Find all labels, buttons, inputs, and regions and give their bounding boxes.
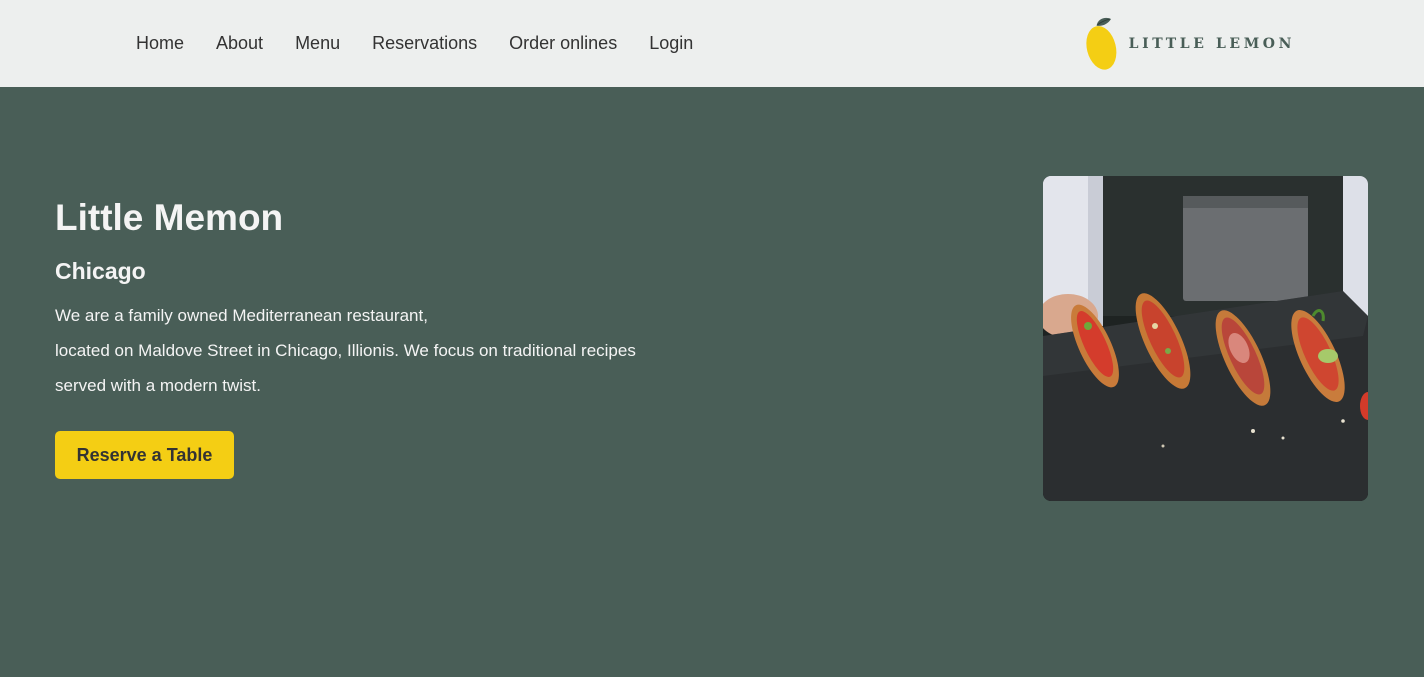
hero-description-line: located on Maldove Street in Chicago, Il… xyxy=(55,341,636,360)
hero-description-line: served with a modern twist. xyxy=(55,376,261,395)
nav-link-login[interactable]: Login xyxy=(649,0,693,87)
nav-link-home[interactable]: Home xyxy=(136,0,184,87)
hero-description: We are a family owned Mediterranean rest… xyxy=(55,298,636,403)
hero-food-image xyxy=(1043,176,1368,501)
logo[interactable]: LITTLE LEMON xyxy=(1085,15,1295,73)
hero-subtitle: Chicago xyxy=(55,258,146,284)
food-photo xyxy=(1043,176,1368,501)
lemon-logo-icon xyxy=(1086,17,1117,70)
hero-description-line: We are a family owned Mediterranean rest… xyxy=(55,306,428,325)
site-header: Home About Menu Reservations Order onlin… xyxy=(0,0,1424,87)
hero-section: Little Memon Chicago We are a family own… xyxy=(0,87,1424,677)
hero-title: Little Memon xyxy=(55,197,284,238)
nav-link-about[interactable]: About xyxy=(216,0,263,87)
logo-text: LITTLE LEMON xyxy=(1128,36,1295,52)
nav-link-reservations[interactable]: Reservations xyxy=(372,0,477,87)
main-nav: Home About Menu Reservations Order onlin… xyxy=(136,0,693,87)
reserve-table-button[interactable]: Reserve a Table xyxy=(55,431,234,479)
page: Home About Menu Reservations Order onlin… xyxy=(0,0,1426,679)
nav-link-menu[interactable]: Menu xyxy=(295,0,340,87)
nav-link-order-online[interactable]: Order onlines xyxy=(509,0,617,87)
